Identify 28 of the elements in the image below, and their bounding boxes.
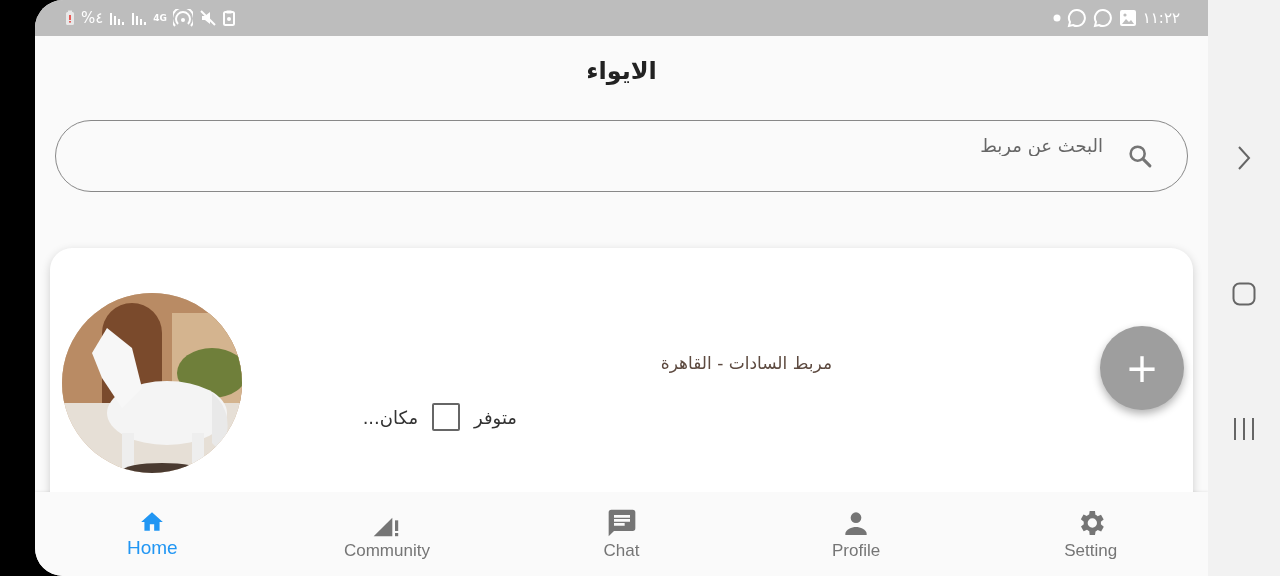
battery-percent: %٤ [81, 9, 104, 27]
image-icon [1118, 9, 1137, 27]
dot-icon [1052, 14, 1061, 22]
nav-tab[interactable]: Profile [738, 492, 974, 576]
nav-tab[interactable]: Setting [973, 492, 1208, 576]
chat-bubble-icon [1066, 8, 1087, 28]
stable-name: مربط السادات - القاهرة [660, 353, 832, 373]
battery-icon [65, 10, 75, 26]
location-text: مكان... [362, 406, 419, 428]
clock: ١١:٢٢ [1142, 9, 1180, 27]
forward-icon[interactable] [1236, 145, 1252, 172]
recents-icon[interactable] [1232, 416, 1256, 441]
network-type: 4G [153, 13, 167, 23]
home-square-icon[interactable] [1232, 282, 1256, 306]
search-field[interactable]: البحث عن مربط [55, 120, 1188, 192]
signal-icon [109, 11, 126, 25]
chat-bubble-icon [1092, 8, 1113, 28]
clipboard-icon [223, 10, 235, 26]
nav-tab[interactable]: Community [269, 492, 505, 576]
signal-icon [131, 11, 148, 25]
hotspot-icon [173, 9, 193, 27]
search-icon [1126, 142, 1154, 170]
nav-tab[interactable]: Chat [504, 492, 739, 576]
nav-tab[interactable]: Home [35, 492, 270, 576]
available-checkbox[interactable] [432, 403, 461, 431]
available-label: متوفر [474, 406, 517, 428]
mute-icon [199, 10, 217, 26]
page-title: الايواء [586, 57, 657, 85]
